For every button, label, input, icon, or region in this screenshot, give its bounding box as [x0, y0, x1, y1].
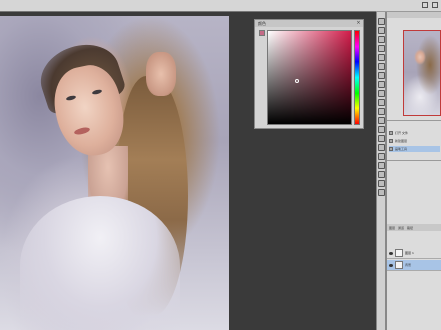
history-state-icon: [389, 139, 393, 143]
minimize-icon[interactable]: [422, 2, 428, 8]
eraser-icon[interactable]: [378, 108, 385, 115]
eyedropper-icon[interactable]: [378, 63, 385, 70]
blur-tool-icon[interactable]: [378, 126, 385, 133]
maximize-icon[interactable]: [432, 2, 438, 8]
move-tool-icon[interactable]: [378, 18, 385, 25]
document-canvas[interactable]: [0, 16, 229, 330]
history-brush-icon[interactable]: [378, 99, 385, 106]
shape-tool-icon[interactable]: [378, 171, 385, 178]
close-icon[interactable]: ×: [356, 21, 361, 26]
hand-tool-icon[interactable]: [378, 180, 385, 187]
dodge-tool-icon[interactable]: [378, 135, 385, 142]
color-cursor[interactable]: [295, 79, 299, 83]
layer-row[interactable]: 图层 1: [387, 248, 441, 259]
layer-row-active[interactable]: 背景: [387, 260, 441, 271]
history-item-label: 画笔工具: [395, 147, 408, 151]
clone-stamp-icon[interactable]: [378, 90, 385, 97]
history-item-selected[interactable]: 画笔工具: [389, 146, 440, 152]
layer-thumbnail: [395, 261, 403, 269]
hue-slider[interactable]: [354, 30, 360, 125]
navigator-thumbnail[interactable]: [403, 30, 441, 116]
layer-name: 图层 1: [405, 251, 414, 255]
tab-paths[interactable]: 路径: [407, 226, 413, 230]
lasso-tool-icon[interactable]: [378, 36, 385, 43]
magic-wand-icon[interactable]: [378, 45, 385, 52]
panel-divider: [387, 120, 441, 121]
type-tool-icon[interactable]: [378, 153, 385, 160]
visibility-eye-icon[interactable]: [389, 263, 393, 267]
pen-tool-icon[interactable]: [378, 144, 385, 151]
brush-tool-icon[interactable]: [378, 81, 385, 88]
layer-name: 背景: [405, 263, 412, 267]
menu-bar: [0, 0, 441, 12]
color-picker-title: 颜色: [258, 21, 266, 26]
panel-divider: [387, 160, 441, 161]
path-select-icon[interactable]: [378, 162, 385, 169]
history-state-icon: [389, 131, 393, 135]
history-item[interactable]: 新建图层: [389, 138, 440, 144]
tab-channels[interactable]: 通道: [398, 226, 404, 230]
history-item[interactable]: 打开 文件: [389, 130, 440, 136]
layer-thumbnail: [395, 249, 403, 257]
current-color-swatch[interactable]: [259, 30, 265, 36]
painting-dress: [20, 196, 180, 330]
history-item-label: 打开 文件: [395, 131, 408, 135]
history-item-label: 新建图层: [395, 139, 408, 143]
right-panel: 打开 文件 新建图层 画笔工具 图层 通道 路径 图层 1 背景: [386, 12, 441, 330]
tab-layers[interactable]: 图层: [389, 226, 395, 230]
toolbox: [376, 12, 386, 330]
color-picker-panel: 颜色 ×: [254, 19, 364, 129]
crop-tool-icon[interactable]: [378, 54, 385, 61]
saturation-value-field[interactable]: [267, 30, 352, 125]
zoom-tool-icon[interactable]: [378, 189, 385, 196]
painting-hand: [146, 52, 176, 96]
visibility-eye-icon[interactable]: [389, 251, 393, 255]
history-state-icon: [389, 147, 393, 151]
window-controls: [422, 2, 438, 8]
gradient-tool-icon[interactable]: [378, 117, 385, 124]
layers-tab-bar: 图层 通道 路径: [387, 224, 441, 231]
marquee-tool-icon[interactable]: [378, 27, 385, 34]
healing-brush-icon[interactable]: [378, 72, 385, 79]
color-picker-header[interactable]: 颜色 ×: [255, 20, 363, 27]
navigator-header[interactable]: [387, 12, 441, 18]
